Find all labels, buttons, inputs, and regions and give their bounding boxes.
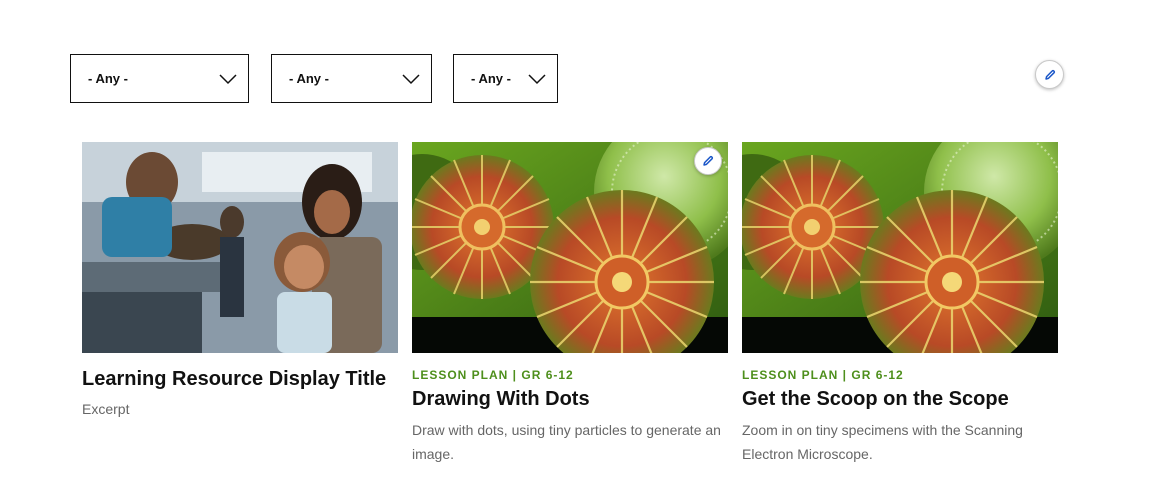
- filter-dropdown-1[interactable]: - Any -: [70, 54, 249, 103]
- card-eyebrow: LESSON PLAN | GR 6-12: [412, 368, 574, 382]
- card-title[interactable]: Learning Resource Display Title: [82, 367, 398, 391]
- diatom-micrograph: [412, 142, 728, 353]
- resource-card[interactable]: LESSON PLAN | GR 6-12 Drawing With Dots …: [412, 142, 728, 466]
- filter-2-value: - Any -: [289, 71, 329, 86]
- card-excerpt: Excerpt: [82, 401, 130, 417]
- filter-dropdown-2[interactable]: - Any -: [271, 54, 432, 103]
- card-image[interactable]: [412, 142, 728, 353]
- card-excerpt: Zoom in on tiny specimens with the Scann…: [742, 422, 1023, 462]
- museum-visitors-photo: [82, 142, 398, 353]
- card-image[interactable]: [742, 142, 1058, 353]
- chevron-down-icon: [527, 72, 547, 86]
- diatom-micrograph: [742, 142, 1058, 353]
- card-image[interactable]: [82, 142, 398, 353]
- edit-page-button[interactable]: [1035, 60, 1064, 89]
- filter-1-value: - Any -: [88, 71, 128, 86]
- filter-dropdown-3[interactable]: - Any -: [453, 54, 558, 103]
- card-excerpt: Draw with dots, using tiny particles to …: [412, 422, 721, 462]
- resource-card[interactable]: Learning Resource Display Title Excerpt: [82, 142, 398, 421]
- resource-card[interactable]: LESSON PLAN | GR 6-12 Get the Scoop on t…: [742, 142, 1058, 466]
- filter-3-value: - Any -: [471, 71, 511, 86]
- card-title[interactable]: Get the Scoop on the Scope: [742, 387, 1058, 411]
- card-eyebrow: LESSON PLAN | GR 6-12: [742, 368, 904, 382]
- card-title[interactable]: Drawing With Dots: [412, 387, 728, 411]
- pencil-icon: [1044, 69, 1056, 81]
- chevron-down-icon: [401, 72, 421, 86]
- chevron-down-icon: [218, 72, 238, 86]
- edit-card-button[interactable]: [694, 147, 722, 175]
- pencil-icon: [702, 155, 714, 167]
